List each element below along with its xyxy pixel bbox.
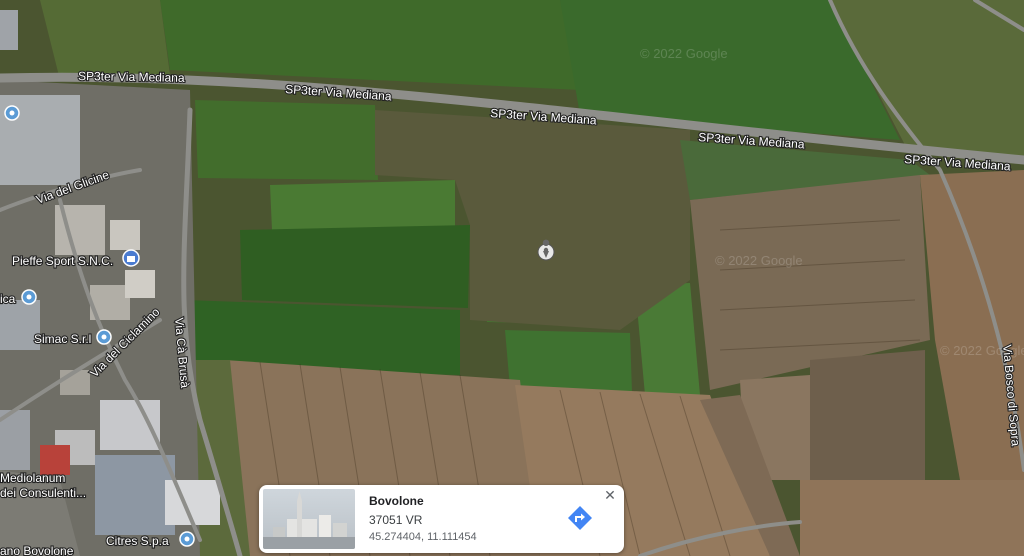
- watermark-text: © 2022 Google: [640, 46, 728, 61]
- place-label-ica[interactable]: ica: [0, 291, 17, 307]
- place-title: Bovolone: [369, 494, 424, 508]
- place-pin-icon[interactable]: [179, 531, 195, 547]
- place-label-bovolone[interactable]: ano Bovolone: [0, 543, 75, 556]
- place-thumbnail[interactable]: [263, 489, 355, 549]
- place-pin-icon[interactable]: [4, 105, 20, 121]
- place-label-simac[interactable]: Simac S.r.l: [33, 331, 93, 347]
- place-coordinates[interactable]: 45.274404, 11.111454: [369, 531, 477, 543]
- place-label-pieffe[interactable]: Pieffe Sport S.N.C.: [11, 253, 114, 269]
- place-pin-icon[interactable]: [96, 329, 112, 345]
- place-pin-icon[interactable]: [21, 289, 37, 305]
- satellite-map[interactable]: © 2022 Google © 2022 Google © 2022 Googl…: [0, 0, 1024, 556]
- place-label-mediolanum[interactable]: Mediolanum: [0, 470, 66, 486]
- directions-icon: [568, 506, 592, 530]
- place-info-card[interactable]: Bovolone 37051 VR 45.274404, 11.111454 ✕: [259, 485, 624, 553]
- watermark-text: © 2022 Google: [715, 253, 803, 268]
- place-label-mediolanum-sub[interactable]: dei Consulenti...: [0, 485, 87, 501]
- road-label-sp3ter: SP3ter Via Mediana: [78, 69, 185, 85]
- place-postal: 37051 VR: [369, 513, 423, 527]
- close-icon[interactable]: ✕: [602, 487, 618, 503]
- place-label-citres[interactable]: Citres S.p.a: [105, 533, 170, 549]
- directions-button[interactable]: [567, 505, 593, 531]
- shopping-bag-icon[interactable]: [122, 249, 140, 267]
